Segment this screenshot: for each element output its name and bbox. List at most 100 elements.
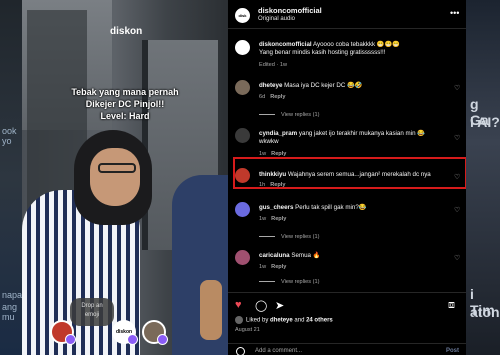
avatar [235, 316, 243, 324]
view-replies-button[interactable]: View replies (1) [259, 234, 319, 240]
badge-icon [127, 334, 138, 345]
comment-body: Wajahnya serem semua...jangan² merekalah… [287, 171, 431, 178]
divider [259, 114, 275, 116]
video-logo: diskon [110, 26, 143, 37]
view-replies-button[interactable]: View replies (1) [259, 112, 319, 118]
avatar[interactable] [235, 168, 250, 183]
avatar[interactable]: diskon [112, 320, 138, 345]
comment-body: wkwkw [259, 138, 279, 145]
comment-icon[interactable]: ◯ [255, 299, 267, 312]
liked-by-others[interactable]: 24 others [306, 318, 333, 324]
save-icon[interactable]: ⧈ [448, 299, 455, 312]
view-replies-label: View replies (1) [281, 112, 320, 118]
more-icon[interactable]: ••• [450, 8, 459, 18]
avatar[interactable]: disk [235, 8, 250, 23]
heart-icon[interactable]: ♡ [454, 173, 460, 181]
comment-text: dheteye Masa iya DC kejer DC 😂🤣 [259, 82, 449, 90]
share-icon[interactable]: ➤ [275, 299, 284, 312]
right-backdrop-text: aton [470, 304, 500, 320]
reel-video[interactable]: diskon Tebak yang mana pernah Dikejer DC… [22, 0, 228, 355]
liked-by-user[interactable]: dheteye [270, 318, 293, 324]
participant-avatars: diskon [50, 320, 200, 348]
reply-button[interactable]: Reply [271, 264, 286, 270]
drop-emoji-text: emoji [84, 312, 100, 318]
left-backdrop-text: ang mu [2, 302, 18, 322]
video-person [200, 280, 222, 340]
reply-button[interactable]: Reply [270, 182, 285, 188]
caption-text: diskoncomofficial Ayoooo coba tebakkkk 😁… [259, 41, 449, 57]
like-icon[interactable]: ♥ [235, 299, 242, 311]
left-backdrop-text: napa [2, 290, 23, 300]
caption-meta: Edited · 1w [259, 62, 287, 68]
heart-icon[interactable]: ♡ [454, 84, 460, 92]
comment-time: 6d [259, 94, 266, 100]
comment-username[interactable]: gus_cheers [259, 204, 293, 211]
comment-time: 1w [259, 216, 267, 222]
avatar[interactable] [235, 80, 250, 95]
heart-icon[interactable]: ♡ [454, 254, 460, 262]
comment-username[interactable]: caricaluna [259, 252, 290, 259]
avatar[interactable] [235, 128, 250, 143]
avatar[interactable] [235, 250, 250, 265]
comment-input[interactable]: Add a comment... [255, 348, 302, 354]
comment-username[interactable]: dheteye [259, 82, 282, 89]
audio-label[interactable]: Original audio [258, 16, 295, 22]
comment-time: 1w [259, 264, 267, 270]
comment-meta: 1h Reply [259, 182, 285, 188]
badge-icon [65, 334, 76, 345]
avatar[interactable] [50, 320, 76, 345]
add-comment-bar: Add a comment... Post [228, 343, 466, 355]
post-date: August 21 [235, 327, 260, 333]
caption-line: Tebak yang mana pernah [71, 87, 179, 97]
comment-meta: 6d Reply [259, 94, 285, 100]
view-replies-label: View replies (1) [281, 279, 320, 285]
divider [259, 281, 275, 283]
comment-text: caricaluna Semua 🔥 [259, 252, 449, 260]
view-replies-button[interactable]: View replies (1) [259, 279, 319, 285]
comment-text: cyndia_pram yang jaket ijo terakhir muka… [259, 130, 449, 146]
reply-button[interactable]: Reply [271, 216, 286, 222]
video-caption: Tebak yang mana pernah Dikejer DC Pinjol… [22, 86, 228, 122]
right-backdrop-text: i AI? [470, 114, 500, 130]
caption-body: Ayoooo coba tebakkkk 😁😁😁 [313, 41, 400, 48]
action-bar: ♥ ◯ ➤ ⧈ [228, 292, 466, 315]
video-person [90, 148, 140, 206]
right-backdrop: g Ga i AI? i Tim aton [466, 0, 500, 355]
emoji-icon[interactable] [236, 347, 245, 355]
comment-text: thinkkiyu Wajahnya serem semua...jangan²… [259, 171, 449, 179]
reply-button[interactable]: Reply [270, 94, 285, 100]
avatar[interactable] [235, 40, 250, 55]
liked-by: Liked by dheteye and 24 others [235, 316, 333, 324]
left-backdrop-text: ook yo [2, 126, 17, 146]
caption-line: Level: Hard [100, 111, 150, 121]
heart-icon[interactable]: ♡ [454, 206, 460, 214]
comment-username[interactable]: cyndia_pram [259, 130, 297, 137]
comment-body: yang jaket ijo terakhir mukanya kasian m… [298, 130, 425, 137]
comment-username[interactable]: thinkkiyu [259, 171, 286, 178]
liked-by-prefix: Liked by [246, 317, 269, 324]
caption-line: Dikejer DC Pinjol!! [85, 99, 165, 109]
left-backdrop: ook yo napa ang mu [0, 0, 22, 355]
post-header: disk diskoncomofficial Original audio ••… [228, 0, 466, 29]
comment-text: gus_cheers Perlu tak spill gak min?😂 [259, 204, 449, 212]
comment-body: Perlu tak spill gak min?😂 [295, 204, 367, 211]
drop-emoji-text: Drop an [81, 303, 103, 309]
comment-time: 1h [259, 182, 266, 188]
avatar[interactable] [235, 202, 250, 217]
comment-body: Semua 🔥 [291, 252, 321, 259]
post-button[interactable]: Post [446, 348, 459, 354]
caption-username[interactable]: diskoncomofficial [259, 41, 312, 48]
caption-body: Yang benar mindis kasih hosting gratisss… [259, 49, 386, 56]
post-panel: disk diskoncomofficial Original audio ••… [228, 0, 466, 355]
avatar[interactable] [142, 320, 168, 345]
heart-icon[interactable]: ♡ [454, 134, 460, 142]
divider [259, 236, 275, 238]
comment-body: Masa iya DC kejer DC 😂🤣 [284, 82, 363, 89]
badge-icon [157, 334, 168, 345]
video-person [98, 163, 136, 173]
comment-meta: 1w Reply [259, 264, 286, 270]
view-replies-label: View replies (1) [281, 234, 320, 240]
comment-meta: 1w Reply [259, 216, 286, 222]
liked-by-and: and [294, 317, 305, 324]
post-username[interactable]: diskoncomofficial [258, 6, 322, 15]
